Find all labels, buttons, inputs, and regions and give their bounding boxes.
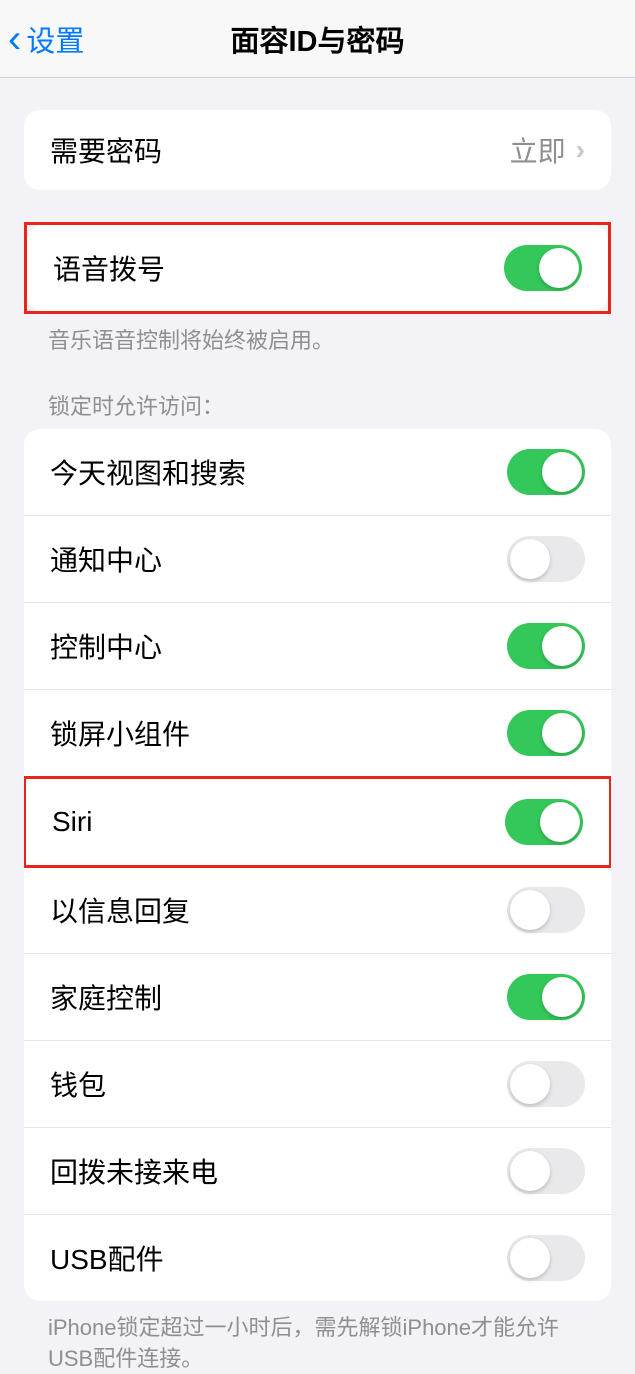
allow-access-row: Siri xyxy=(24,776,611,868)
toggle-knob xyxy=(542,452,582,492)
allow-access-toggle[interactable] xyxy=(507,1061,585,1107)
allow-access-footer: iPhone锁定超过一小时后，需先解锁iPhone才能允许USB配件连接。 xyxy=(0,1301,635,1374)
allow-access-label: 通知中心 xyxy=(50,539,162,579)
allow-access-row: 家庭控制 xyxy=(24,954,611,1041)
allow-access-row: 今天视图和搜索 xyxy=(24,429,611,516)
allow-access-label: 家庭控制 xyxy=(50,977,162,1017)
allow-access-row: USB配件 xyxy=(24,1215,611,1301)
back-label: 设置 xyxy=(26,18,84,60)
allow-access-toggle[interactable] xyxy=(507,1235,585,1281)
require-passcode-section: 需要密码 立即 › xyxy=(24,110,611,190)
chevron-right-icon: › xyxy=(576,134,585,166)
allow-access-toggle[interactable] xyxy=(507,1148,585,1194)
voice-dial-label: 语音拨号 xyxy=(53,248,165,288)
allow-access-row: 钱包 xyxy=(24,1041,611,1128)
toggle-knob xyxy=(542,626,582,666)
voice-dial-highlight: 语音拨号 xyxy=(24,222,611,314)
toggle-knob xyxy=(510,1238,550,1278)
allow-access-label: 回拨未接来电 xyxy=(50,1151,218,1191)
allow-access-label: Siri xyxy=(52,806,92,838)
toggle-knob xyxy=(510,890,550,930)
allow-access-toggle[interactable] xyxy=(507,449,585,495)
require-passcode-row[interactable]: 需要密码 立即 › xyxy=(24,110,611,190)
back-button[interactable]: ‹ 设置 xyxy=(8,18,84,60)
allow-access-toggle[interactable] xyxy=(507,536,585,582)
allow-access-section: 今天视图和搜索通知中心控制中心锁屏小组件 Siri 以信息回复家庭控制钱包回拨未接来… xyxy=(24,429,611,1301)
voice-dial-footer: 音乐语音控制将始终被启用。 xyxy=(0,314,635,357)
voice-dial-row: 语音拨号 xyxy=(27,225,608,311)
allow-access-toggle[interactable] xyxy=(507,710,585,756)
allow-access-toggle[interactable] xyxy=(507,974,585,1020)
allow-access-label: 钱包 xyxy=(50,1064,106,1104)
allow-access-header: 锁定时允许访问： xyxy=(0,357,635,429)
allow-access-row: 通知中心 xyxy=(24,516,611,603)
allow-access-row: 控制中心 xyxy=(24,603,611,690)
toggle-knob xyxy=(510,539,550,579)
voice-dial-toggle[interactable] xyxy=(504,245,582,291)
allow-access-toggle[interactable] xyxy=(505,799,583,845)
row-right: 立即 › xyxy=(510,130,585,170)
require-passcode-label: 需要密码 xyxy=(50,130,162,170)
toggle-knob xyxy=(540,802,580,842)
allow-access-toggle[interactable] xyxy=(507,623,585,669)
navigation-bar: ‹ 设置 面容ID与密码 xyxy=(0,0,635,78)
require-passcode-value: 立即 xyxy=(510,130,566,170)
allow-access-label: 今天视图和搜索 xyxy=(50,452,246,492)
allow-access-label: 控制中心 xyxy=(50,626,162,666)
toggle-knob xyxy=(510,1151,550,1191)
page-title: 面容ID与密码 xyxy=(230,18,404,60)
allow-access-row: 以信息回复 xyxy=(24,867,611,954)
voice-dial-section: 语音拨号 xyxy=(27,225,608,311)
allow-access-label: USB配件 xyxy=(50,1238,164,1278)
toggle-knob xyxy=(510,1064,550,1104)
allow-access-row: 锁屏小组件 xyxy=(24,690,611,777)
toggle-knob xyxy=(542,977,582,1017)
allow-access-label: 以信息回复 xyxy=(50,890,190,930)
allow-access-toggle[interactable] xyxy=(507,887,585,933)
chevron-left-icon: ‹ xyxy=(8,19,21,59)
toggle-knob xyxy=(539,248,579,288)
allow-access-row: 回拨未接来电 xyxy=(24,1128,611,1215)
toggle-knob xyxy=(542,713,582,753)
allow-access-label: 锁屏小组件 xyxy=(50,713,190,753)
